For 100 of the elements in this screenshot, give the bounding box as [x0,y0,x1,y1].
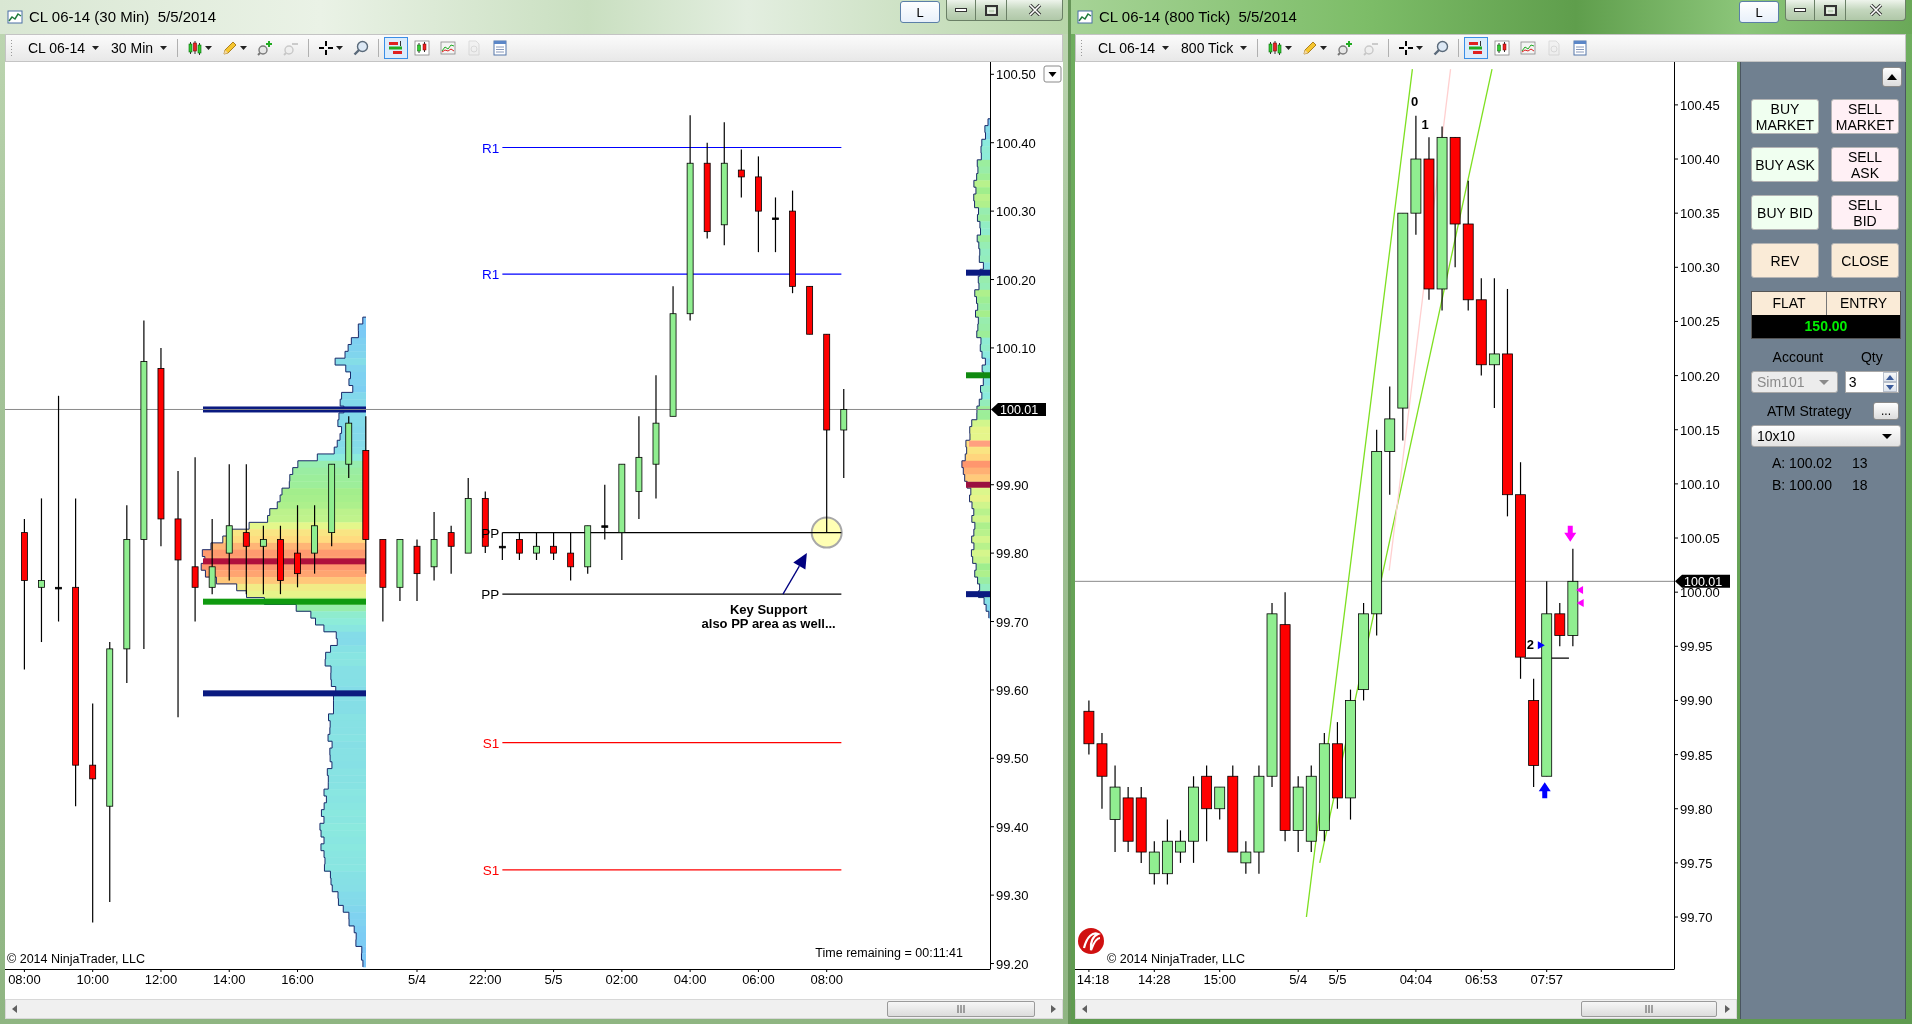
time-label: 08:00 [810,972,843,987]
candlestick-icon [187,40,204,56]
scrollbar[interactable] [5,999,1063,1019]
scrollbar[interactable] [1075,999,1737,1019]
scrollbar-thumb[interactable] [1581,1001,1717,1017]
maximize-button[interactable] [1815,0,1846,21]
strategy-dropdown[interactable]: 10x10 [1751,425,1901,447]
price-label: 99.70 [996,614,1029,630]
link-button[interactable]: L [900,1,940,23]
time-label: 5/4 [407,972,427,987]
caret-icon [1818,379,1829,385]
candlestick [260,525,267,595]
highlight-circle-icon [810,516,843,549]
line-chart-icon [1520,40,1537,56]
time-label: 14:28 [1138,972,1171,987]
price-label: 99.30 [996,888,1029,904]
candlestick [550,532,557,561]
instrument-dropdown[interactable]: CL 06-14 [1089,37,1176,59]
order-button[interactable]: CLOSE [1831,243,1899,278]
time-label: 5/5 [1328,972,1347,987]
candlestick [533,532,540,561]
price-label: 100.30 [996,204,1036,220]
price-label: 99.60 [996,682,1029,698]
interval-dropdown[interactable]: 800 Tick [1175,37,1254,59]
quantity-field[interactable]: 3 [1844,371,1899,393]
minimize-button[interactable] [1785,0,1815,21]
properties-icon [1572,40,1589,56]
spin-up-button[interactable] [1883,372,1897,382]
candles-icon [1494,40,1511,56]
time-label: 14:00 [212,972,246,987]
maximize-button[interactable] [976,0,1007,21]
caret-icon [1048,72,1057,77]
page-icon [1546,40,1563,56]
candles-icon [414,40,431,56]
caret-right-icon [1725,1005,1730,1013]
instrument-dropdown[interactable]: CL 06-14 [19,37,106,59]
more-button[interactable]: ... [1873,402,1899,420]
interval-dropdown[interactable]: 30 Min [105,37,174,59]
time-label: 07:57 [1530,972,1563,987]
candlestick [806,285,813,335]
entry-header: ENTRY [1826,292,1900,315]
page-icon [466,40,483,56]
scrollbar-thumb[interactable] [887,1001,1035,1017]
time-label: 5/5 [544,972,563,987]
price-label: 100.40 [996,135,1036,151]
price-label: 99.70 [1680,910,1713,925]
caret-icon [1285,46,1293,50]
caret-right-icon [1051,1005,1056,1013]
price-label: 100.25 [1680,314,1720,330]
caret-icon [1240,46,1248,50]
copyright-text: © 2014 NinjaTrader, LLC [1107,952,1245,966]
minimize-button[interactable] [946,0,976,21]
time-label: 5/4 [1289,972,1308,987]
caret-icon [205,46,213,50]
spin-down-button[interactable] [1883,382,1897,392]
atm-strategy-label: ATM Strategy [1767,403,1852,419]
price-label: 100.35 [1680,206,1720,222]
quote-price: A: 100.02 [1772,454,1833,472]
price-label: 99.90 [996,477,1029,493]
order-button[interactable]: SELL ASK [1831,147,1899,182]
candlestick [311,504,318,575]
close-button[interactable] [1007,0,1063,21]
order-button[interactable]: SELL BID [1831,195,1899,230]
caret-down-icon [1886,384,1894,390]
order-button[interactable]: REV [1751,243,1819,278]
axis-menu-button[interactable] [1043,65,1062,83]
price-label: 99.90 [1680,693,1713,709]
price-label: 99.75 [1680,855,1713,871]
order-button[interactable]: BUY ASK [1751,147,1819,182]
price-label: 100.10 [996,340,1036,356]
collapse-button[interactable] [1882,67,1902,87]
close-button[interactable] [1846,0,1906,21]
candlestick [1162,818,1173,886]
price-label: 100.10 [1680,476,1720,492]
magnifier-icon [1433,40,1450,56]
link-button[interactable]: L [1739,1,1779,23]
caret-icon [160,46,168,50]
order-button[interactable]: BUY MARKET [1751,99,1819,134]
level-label: S1 [482,862,500,878]
caret-icon [240,46,248,50]
price-label: 99.80 [996,546,1029,562]
caret-icon [92,46,100,50]
maximize-icon [984,4,998,16]
price-label: 100.40 [1680,152,1720,167]
candlestick [1175,829,1186,864]
pencil-icon [1302,40,1319,56]
order-button[interactable]: SELL MARKET [1831,99,1899,134]
price-label: 100.20 [996,272,1036,288]
candlestick [601,484,609,541]
account-label: Account [1771,348,1825,366]
order-button[interactable]: BUY BID [1751,195,1819,230]
candlestick [447,525,455,575]
price-label: 99.40 [996,819,1029,835]
level-label: R1 [482,140,500,156]
time-label: 16:00 [281,972,314,987]
price-label: 99.50 [996,751,1029,767]
caret-left-icon [1082,1005,1087,1013]
price-label: 99.20 [996,956,1029,972]
candlestick [396,538,404,602]
candlestick [1083,699,1095,756]
